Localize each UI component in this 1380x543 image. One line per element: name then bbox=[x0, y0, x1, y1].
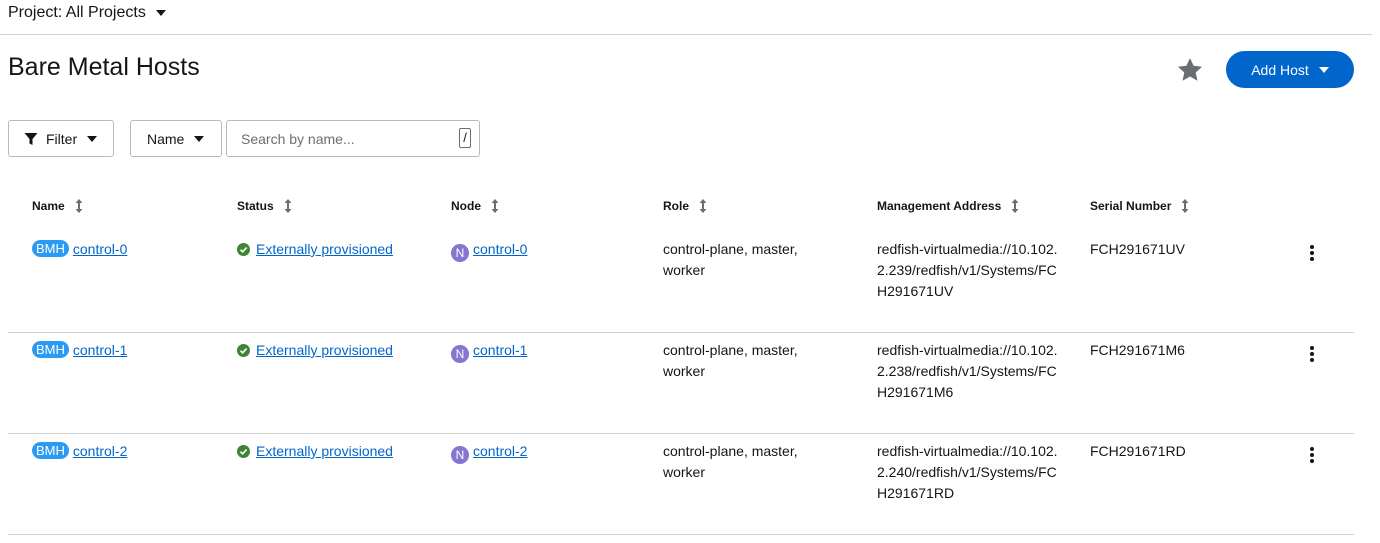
role-cell: control-plane, master, worker bbox=[663, 342, 798, 379]
host-name-link[interactable]: control-1 bbox=[73, 342, 127, 358]
node-cell: Ncontrol-1 bbox=[451, 340, 527, 363]
management-address-cell: redfish-virtualmedia://10.102.2.238/redf… bbox=[877, 342, 1058, 400]
node-cell: Ncontrol-0 bbox=[451, 239, 527, 262]
node-badge: N bbox=[451, 446, 469, 464]
add-host-button[interactable]: Add Host bbox=[1226, 51, 1354, 88]
star-icon[interactable] bbox=[1176, 56, 1204, 84]
column-header-role[interactable]: Role bbox=[663, 198, 707, 214]
column-header-serial-number[interactable]: Serial Number bbox=[1090, 198, 1189, 214]
bmh-badge: BMH bbox=[32, 442, 69, 459]
status-cell: Externally provisioned bbox=[237, 340, 393, 361]
serial-number-cell: FCH291671UV bbox=[1090, 241, 1185, 257]
host-name-link[interactable]: control-0 bbox=[73, 241, 127, 257]
status-cell: Externally provisioned bbox=[237, 239, 393, 260]
column-header-label: Role bbox=[663, 199, 690, 213]
caret-down-icon bbox=[1318, 66, 1329, 73]
sort-icon bbox=[1181, 199, 1189, 213]
add-host-label: Add Host bbox=[1251, 61, 1309, 78]
role-cell: control-plane, master, worker bbox=[663, 241, 798, 278]
page-title: Bare Metal Hosts bbox=[8, 53, 200, 81]
node-link[interactable]: control-0 bbox=[473, 241, 527, 257]
column-header-status[interactable]: Status bbox=[237, 198, 292, 214]
sort-icon bbox=[1011, 199, 1019, 213]
table-row: BMH control-2 Externally provisioned Ncon… bbox=[8, 433, 1354, 535]
host-name-cell: BMH control-2 bbox=[32, 441, 127, 462]
serial-number-cell: FCH291671RD bbox=[1090, 443, 1186, 459]
column-header-label: Serial Number bbox=[1090, 199, 1172, 213]
table-row: BMH control-1 Externally provisioned Ncon… bbox=[8, 332, 1354, 434]
host-name-cell: BMH control-0 bbox=[32, 239, 127, 260]
status-link[interactable]: Externally provisioned bbox=[256, 443, 393, 459]
column-header-label: Management Address bbox=[877, 199, 1002, 213]
caret-down-icon bbox=[155, 10, 166, 16]
status-cell: Externally provisioned bbox=[237, 441, 393, 462]
filter-icon bbox=[24, 132, 38, 145]
sort-icon bbox=[699, 199, 707, 213]
kebab-menu-icon[interactable] bbox=[1304, 243, 1320, 263]
status-link[interactable]: Externally provisioned bbox=[256, 241, 393, 257]
filter-button[interactable]: Filter bbox=[8, 120, 114, 157]
sort-icon bbox=[284, 199, 292, 213]
node-link[interactable]: control-2 bbox=[473, 443, 527, 459]
management-address-cell: redfish-virtualmedia://10.102.2.240/redf… bbox=[877, 443, 1058, 501]
host-name-cell: BMH control-1 bbox=[32, 340, 127, 361]
project-label: Project: All Projects bbox=[8, 4, 146, 21]
sort-icon bbox=[491, 199, 499, 213]
node-link[interactable]: control-1 bbox=[473, 342, 527, 358]
column-header-label: Node bbox=[451, 199, 481, 213]
column-header-node[interactable]: Node bbox=[451, 198, 499, 214]
column-header-management-address[interactable]: Management Address bbox=[877, 198, 1019, 214]
host-name-link[interactable]: control-2 bbox=[73, 443, 127, 459]
kebab-menu-icon[interactable] bbox=[1304, 445, 1320, 465]
node-badge: N bbox=[451, 345, 469, 363]
kebab-menu-icon[interactable] bbox=[1304, 344, 1320, 364]
name-filter-label: Name bbox=[147, 130, 185, 147]
serial-number-cell: FCH291671M6 bbox=[1090, 342, 1185, 358]
status-link[interactable]: Externally provisioned bbox=[256, 342, 393, 358]
name-filter-dropdown[interactable]: Name bbox=[130, 120, 222, 157]
check-circle-icon bbox=[237, 243, 250, 256]
node-badge: N bbox=[451, 244, 469, 262]
search-input[interactable] bbox=[241, 129, 461, 149]
bmh-badge: BMH bbox=[32, 240, 69, 257]
management-address-cell: redfish-virtualmedia://10.102.2.239/redf… bbox=[877, 241, 1058, 299]
role-cell: control-plane, master, worker bbox=[663, 443, 798, 480]
node-cell: Ncontrol-2 bbox=[451, 441, 527, 464]
search-box: / bbox=[226, 120, 480, 157]
filter-label: Filter bbox=[46, 130, 78, 147]
search-shortcut-hint: / bbox=[459, 128, 471, 148]
column-header-name[interactable]: Name bbox=[32, 198, 83, 214]
column-header-label: Name bbox=[32, 199, 65, 213]
column-header-label: Status bbox=[237, 199, 274, 213]
project-bar: Project: All Projects bbox=[0, 0, 1372, 35]
sort-icon bbox=[75, 199, 83, 213]
project-selector[interactable]: Project: All Projects bbox=[8, 2, 166, 24]
check-circle-icon bbox=[237, 344, 250, 357]
table-row: BMH control-0 Externally provisioned Ncon… bbox=[8, 231, 1354, 333]
caret-down-icon bbox=[194, 135, 205, 142]
caret-down-icon bbox=[87, 135, 98, 142]
bmh-badge: BMH bbox=[32, 341, 69, 358]
check-circle-icon bbox=[237, 445, 250, 458]
